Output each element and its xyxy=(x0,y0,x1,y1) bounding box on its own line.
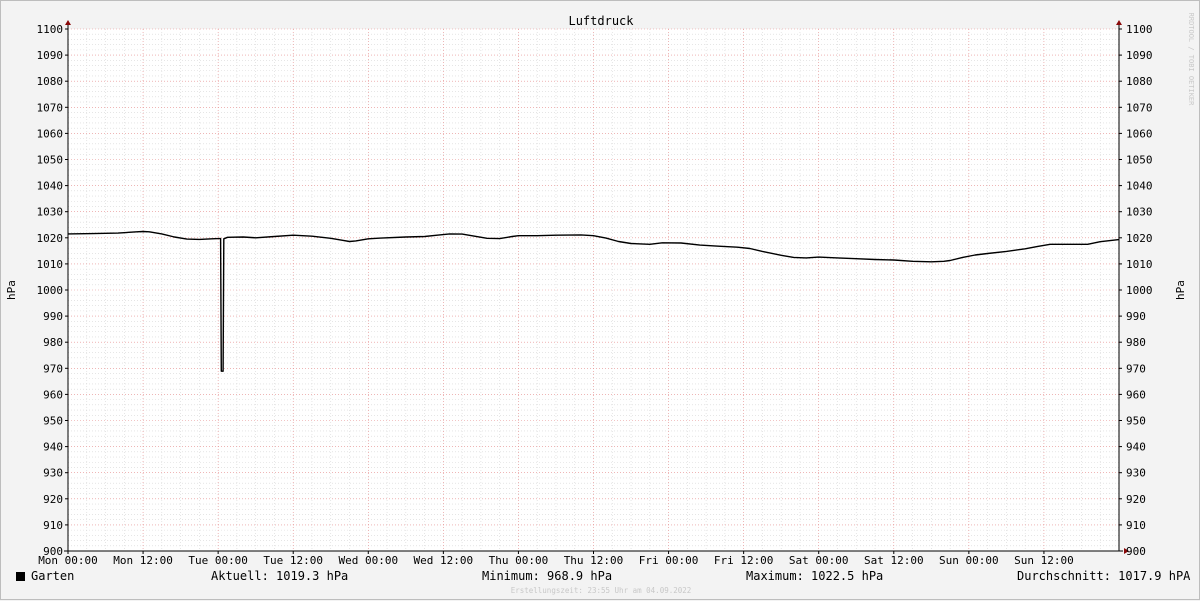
y-tick-label: 1030 xyxy=(37,206,64,219)
y-axis-arrow-right xyxy=(1116,20,1122,25)
y-tick-label: 990 xyxy=(1126,310,1146,323)
y-tick-label: 920 xyxy=(1126,493,1146,506)
y-tick-label: 1050 xyxy=(1126,154,1153,167)
y-tick-label: 910 xyxy=(43,519,63,532)
x-tick-label: Fri 00:00 xyxy=(639,554,699,567)
luftdruck-chart: 900 910 920 930 940 950 960 970 980 990 1000 1010 10… xyxy=(5,13,1195,567)
y-tick-label: 910 xyxy=(1126,519,1146,532)
y-tick-label: 1080 xyxy=(37,75,64,88)
y-tick-label: 970 xyxy=(1126,362,1146,375)
legend-series-name: Garten xyxy=(31,569,75,583)
y-tick-label: 1070 xyxy=(37,101,64,114)
legend-minimum: Minimum: 968.9 hPa xyxy=(482,569,613,583)
y-tick-label: 1070 xyxy=(1126,101,1153,114)
legend-series: Garten xyxy=(16,569,74,583)
x-tick-label: Sun 12:00 xyxy=(1014,554,1074,567)
y-tick-label: 1010 xyxy=(1126,258,1153,271)
y-tick-label: 1000 xyxy=(1126,284,1153,297)
y-tick-label: 1020 xyxy=(37,232,64,245)
y-tick-label: 1060 xyxy=(37,127,64,140)
y-tick-label: 1000 xyxy=(37,284,64,297)
creation-time-footer: Erstellungszeit: 23:55 Uhr am 04.09.2022 xyxy=(510,586,692,595)
y-tick-label: 1090 xyxy=(1126,49,1153,62)
chart-frame: 900 910 920 930 940 950 960 970 980 990 1000 1010 10… xyxy=(0,0,1200,600)
x-tick-label: Mon 12:00 xyxy=(113,554,173,567)
y-axis-label-left: hPa xyxy=(5,280,18,300)
x-tick-label: Tue 00:00 xyxy=(188,554,248,567)
x-tick-label: Sat 00:00 xyxy=(789,554,849,567)
y-tick-label: 1030 xyxy=(1126,206,1153,219)
x-tick-label: Sat 12:00 xyxy=(864,554,924,567)
y-tick-label: 1060 xyxy=(1126,127,1153,140)
y-axis-label-right: hPa xyxy=(1174,280,1187,300)
y-tick-label: 950 xyxy=(43,415,63,428)
x-tick-label: Thu 00:00 xyxy=(489,554,549,567)
legend-maximum: Maximum: 1022.5 hPa xyxy=(746,569,884,583)
y-tick-label: 970 xyxy=(43,362,63,375)
rrdtool-watermark: RRDTOOL / TOBI OETIKER xyxy=(1187,13,1195,107)
x-tick-label: Wed 12:00 xyxy=(414,554,474,567)
y-tick-label: 900 xyxy=(1126,545,1146,558)
legend-durchschnitt: Durchschnitt: 1017.9 hPA xyxy=(1017,569,1191,583)
y-tick-labels-left: 9009109209309409509609709809901000101010… xyxy=(37,23,64,558)
y-tick-label: 980 xyxy=(43,336,63,349)
x-tick-label: Fri 12:00 xyxy=(714,554,774,567)
y-tick-label: 930 xyxy=(43,467,63,480)
y-tick-label: 1010 xyxy=(37,258,64,271)
y-tick-label: 1080 xyxy=(1126,75,1153,88)
y-tick-label: 940 xyxy=(1126,441,1146,454)
chart-title: Luftdruck xyxy=(568,14,634,28)
y-tick-label: 960 xyxy=(1126,388,1146,401)
x-tick-label: Thu 12:00 xyxy=(564,554,624,567)
y-tick-labels-right: 900 910 920 930 940 950 960 970 980 990 1000 1010 10… xyxy=(1126,23,1153,558)
x-tick-label: Tue 12:00 xyxy=(263,554,323,567)
legend-swatch xyxy=(16,572,25,581)
x-tick-labels: Mon 00:00 Mon 12:00 Tue 00:00 Tue 12:00 Wed … xyxy=(38,554,1074,567)
y-tick-label: 1100 xyxy=(37,23,64,36)
y-tick-label: 1050 xyxy=(37,154,64,167)
y-tick-label: 990 xyxy=(43,310,63,323)
y-tick-label: 1100 xyxy=(1126,23,1153,36)
y-tick-label: 930 xyxy=(1126,467,1146,480)
y-tick-label: 920 xyxy=(43,493,63,506)
x-tick-label: Wed 00:00 xyxy=(338,554,398,567)
x-tick-label: Mon 00:00 xyxy=(38,554,98,567)
y-tick-label: 1040 xyxy=(37,180,64,193)
y-tick-label: 960 xyxy=(43,388,63,401)
y-tick-label: 940 xyxy=(43,441,63,454)
legend-aktuell: Aktuell: 1019.3 hPa xyxy=(211,569,349,583)
y-tick-label: 980 xyxy=(1126,336,1146,349)
y-tick-label: 1090 xyxy=(37,49,64,62)
y-tick-label: 1020 xyxy=(1126,232,1153,245)
y-axis-arrow-left xyxy=(65,20,71,25)
x-tick-label: Sun 00:00 xyxy=(939,554,999,567)
y-tick-label: 1040 xyxy=(1126,180,1153,193)
y-tick-label: 950 xyxy=(1126,415,1146,428)
